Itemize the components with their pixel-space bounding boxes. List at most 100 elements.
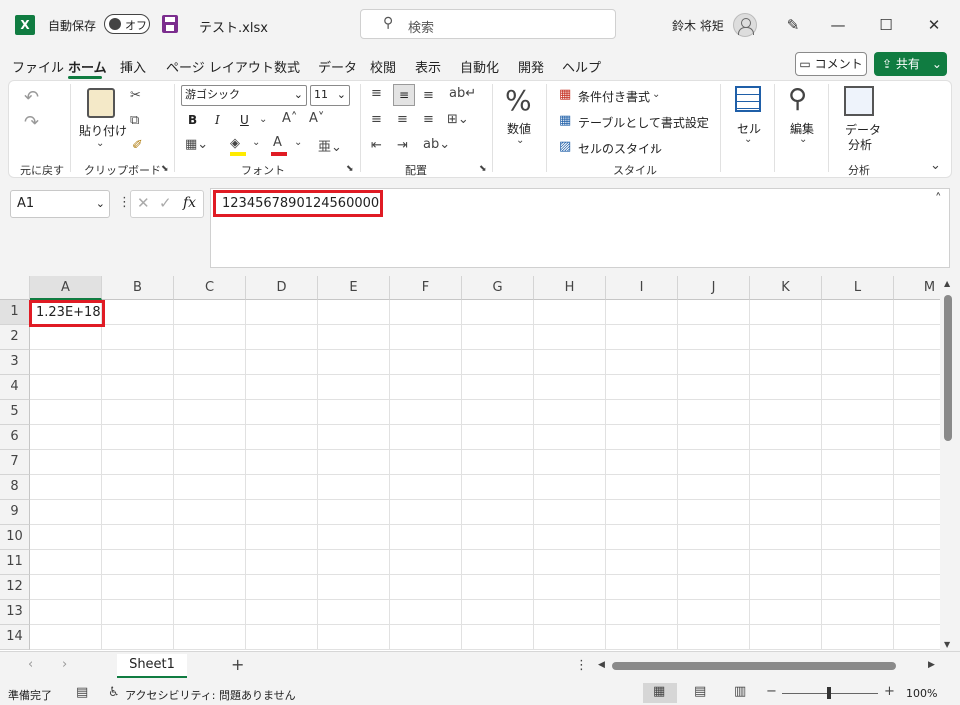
- table-cell[interactable]: [606, 300, 678, 325]
- table-cell[interactable]: [30, 525, 102, 550]
- table-cell[interactable]: [390, 450, 462, 475]
- column-header[interactable]: B: [102, 276, 174, 300]
- table-cell[interactable]: [462, 500, 534, 525]
- column-header[interactable]: H: [534, 276, 606, 300]
- align-bottom-icon[interactable]: ≡: [423, 88, 434, 103]
- table-cell[interactable]: [246, 325, 318, 350]
- font-launcher-icon[interactable]: ⬊: [346, 164, 354, 174]
- share-dropdown-icon[interactable]: ⌄: [932, 57, 942, 71]
- table-cell[interactable]: [462, 300, 534, 325]
- table-cell[interactable]: [750, 300, 822, 325]
- table-cell[interactable]: [318, 400, 390, 425]
- table-cell[interactable]: [174, 525, 246, 550]
- chevron-down-icon[interactable]: ⌄: [799, 134, 807, 145]
- accessibility-status[interactable]: アクセシビリティ: 問題ありません: [125, 687, 296, 703]
- table-cell[interactable]: [750, 575, 822, 600]
- table-cell[interactable]: [534, 400, 606, 425]
- table-cell[interactable]: [30, 600, 102, 625]
- table-cell[interactable]: [30, 325, 102, 350]
- zoom-level[interactable]: 100%: [906, 687, 937, 700]
- percent-icon[interactable]: %: [505, 84, 532, 117]
- add-sheet-icon[interactable]: +: [231, 655, 244, 674]
- table-cell[interactable]: [678, 400, 750, 425]
- tab-developer[interactable]: 開発: [518, 57, 544, 76]
- row-header[interactable]: 3: [0, 350, 30, 375]
- table-cell[interactable]: [678, 375, 750, 400]
- table-cell[interactable]: [462, 525, 534, 550]
- increase-font-icon[interactable]: A˄: [282, 111, 297, 126]
- row-header[interactable]: 14: [0, 625, 30, 650]
- cut-icon[interactable]: ✂: [130, 88, 141, 103]
- table-cell[interactable]: [174, 350, 246, 375]
- table-cell[interactable]: [390, 300, 462, 325]
- zoom-out-icon[interactable]: −: [766, 684, 777, 699]
- conditional-format-icon[interactable]: ▦: [559, 87, 571, 102]
- column-header[interactable]: A: [30, 276, 102, 300]
- table-cell[interactable]: [102, 325, 174, 350]
- column-header[interactable]: L: [822, 276, 894, 300]
- decrease-indent-icon[interactable]: ⇤: [371, 138, 382, 153]
- table-cell[interactable]: [246, 550, 318, 575]
- table-cell[interactable]: [894, 325, 940, 350]
- chevron-down-icon[interactable]: ⌄: [516, 135, 524, 146]
- table-cell[interactable]: [246, 500, 318, 525]
- table-cell[interactable]: [606, 625, 678, 650]
- table-cell[interactable]: [894, 550, 940, 575]
- tab-help[interactable]: ヘルプ: [562, 57, 601, 76]
- table-cell[interactable]: [462, 350, 534, 375]
- table-cell[interactable]: [678, 325, 750, 350]
- underline-button[interactable]: U: [240, 113, 249, 127]
- table-cell[interactable]: [606, 575, 678, 600]
- table-cell[interactable]: [822, 550, 894, 575]
- table-cell[interactable]: [606, 325, 678, 350]
- table-cell[interactable]: [174, 400, 246, 425]
- accessibility-icon[interactable]: ♿: [108, 685, 120, 700]
- table-cell[interactable]: [246, 450, 318, 475]
- table-cell[interactable]: [822, 450, 894, 475]
- table-cell[interactable]: [678, 300, 750, 325]
- column-header[interactable]: D: [246, 276, 318, 300]
- table-cell[interactable]: [390, 525, 462, 550]
- table-cell[interactable]: [894, 400, 940, 425]
- align-center-icon[interactable]: ≡: [397, 112, 408, 127]
- paste-dropdown-icon[interactable]: ⌄: [96, 138, 104, 149]
- table-cell[interactable]: [822, 575, 894, 600]
- table-cell[interactable]: [174, 325, 246, 350]
- table-cell[interactable]: [102, 375, 174, 400]
- table-cell[interactable]: [102, 575, 174, 600]
- horizontal-scroll-thumb[interactable]: [612, 662, 896, 670]
- table-cell[interactable]: [750, 475, 822, 500]
- table-cell[interactable]: [246, 300, 318, 325]
- table-cell[interactable]: [894, 350, 940, 375]
- align-right-icon[interactable]: ≡: [423, 112, 434, 127]
- table-cell[interactable]: [174, 625, 246, 650]
- table-cell[interactable]: [750, 600, 822, 625]
- table-cell[interactable]: [822, 300, 894, 325]
- table-cell[interactable]: [102, 550, 174, 575]
- zoom-slider-thumb[interactable]: [827, 687, 831, 699]
- format-as-table-button[interactable]: テーブルとして書式設定: [578, 114, 709, 131]
- row-header[interactable]: 8: [0, 475, 30, 500]
- row-header[interactable]: 7: [0, 450, 30, 475]
- paste-label[interactable]: 貼り付け: [79, 122, 127, 139]
- border-icon[interactable]: ▦⌄: [185, 137, 208, 152]
- table-cell[interactable]: [246, 525, 318, 550]
- column-header[interactable]: I: [606, 276, 678, 300]
- table-cell[interactable]: [318, 600, 390, 625]
- table-cell[interactable]: [318, 450, 390, 475]
- scroll-up-icon[interactable]: ▲: [944, 279, 950, 288]
- chevron-down-icon[interactable]: ⌄: [744, 134, 752, 145]
- table-cell[interactable]: [30, 400, 102, 425]
- table-cell[interactable]: [534, 375, 606, 400]
- table-cell[interactable]: [390, 600, 462, 625]
- table-cell[interactable]: [30, 625, 102, 650]
- bold-button[interactable]: B: [188, 113, 197, 127]
- table-cell[interactable]: [606, 400, 678, 425]
- page-break-view-icon[interactable]: ▥: [734, 684, 746, 699]
- table-cell[interactable]: [894, 625, 940, 650]
- table-cell[interactable]: [750, 400, 822, 425]
- column-header[interactable]: C: [174, 276, 246, 300]
- table-cell[interactable]: [462, 375, 534, 400]
- close-icon[interactable]: ✕: [922, 13, 946, 37]
- table-cell[interactable]: [246, 375, 318, 400]
